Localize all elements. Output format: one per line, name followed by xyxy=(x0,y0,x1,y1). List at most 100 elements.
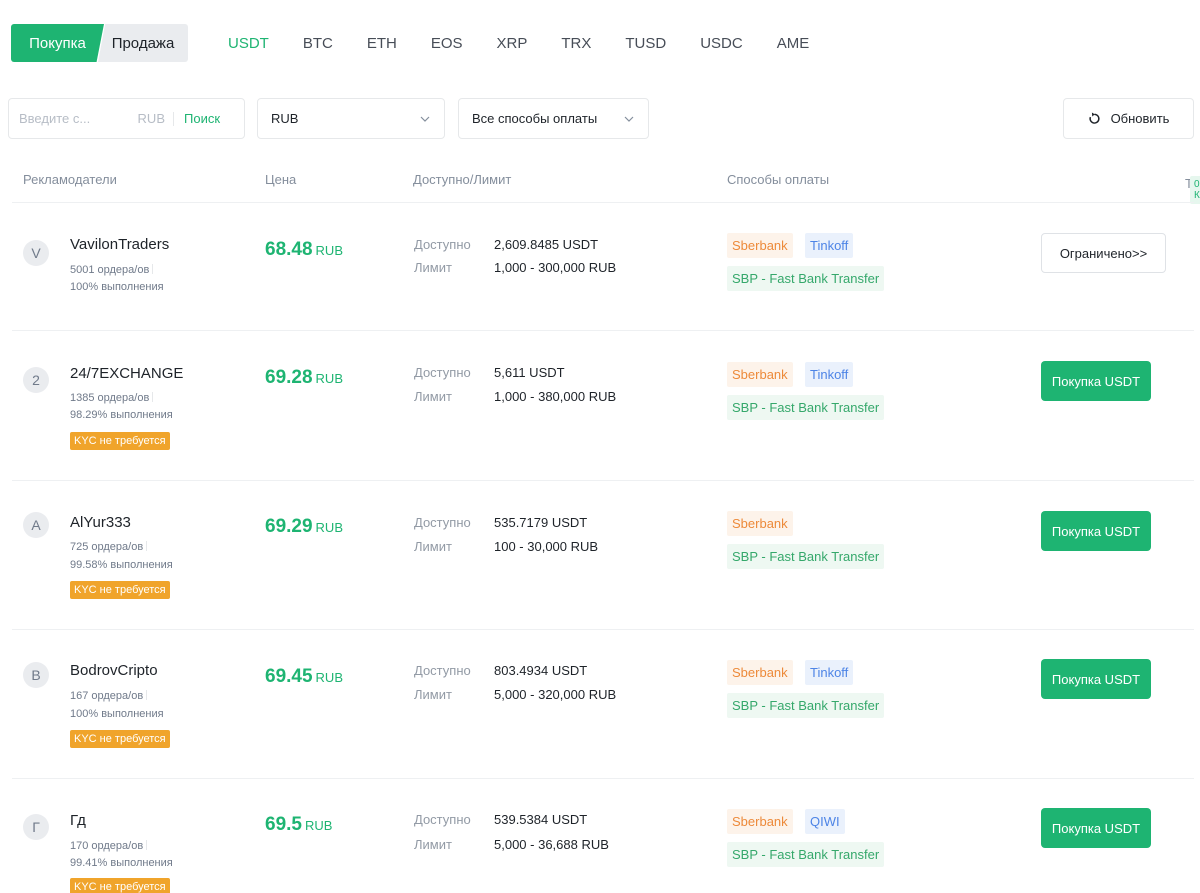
available-label: Доступно xyxy=(414,365,471,380)
limit-label: Лимит xyxy=(414,389,452,404)
price: 69.28 RUB xyxy=(265,367,343,388)
kyc-not-required-badge: KYC не требуется xyxy=(70,432,170,450)
buy-tab[interactable]: Покупка xyxy=(11,24,104,62)
available-value: 535.7179 USDT xyxy=(494,515,588,530)
header-payment-methods: Способы оплаты xyxy=(727,172,830,187)
completion-rate: 98.29% выполнения xyxy=(70,409,173,421)
advertiser-name[interactable]: Гд xyxy=(70,812,86,829)
sell-tab[interactable]: Продажа xyxy=(98,24,188,62)
available-label: Доступно xyxy=(414,663,471,678)
advertiser-name[interactable]: AlYur333 xyxy=(70,514,131,531)
kyc-not-required-badge: KYC не требуется xyxy=(70,730,170,748)
avatar: V xyxy=(23,240,49,266)
table-row: B BodrovCripto 167 ордера/ов 100% выполн… xyxy=(12,629,1194,778)
table-row: Г Гд 170 ордера/ов 99.41% выполнения KYC… xyxy=(12,778,1194,893)
trade-side-toggle: Покупка Продажа xyxy=(11,24,188,62)
avatar: A xyxy=(23,512,49,538)
currency-select[interactable]: RUB xyxy=(257,98,445,139)
payment-sberbank: Sberbank xyxy=(727,809,793,834)
amount-search-input[interactable] xyxy=(19,111,134,126)
avatar: B xyxy=(23,662,49,688)
payment-method-select-value: Все способы оплаты xyxy=(472,111,598,126)
payment-sbp: SBP - Fast Bank Transfer xyxy=(727,395,885,420)
table-row: 2 24/7EXCHANGE 1385 ордера/ов 98.29% вып… xyxy=(12,330,1194,480)
amount-search: RUB Поиск xyxy=(8,98,245,139)
buy-usdt-button[interactable]: Покупка USDT xyxy=(1041,808,1151,848)
payment-sberbank: Sberbank xyxy=(727,233,793,258)
coin-tab-xrp[interactable]: XRP xyxy=(497,35,528,52)
coin-tab-usdc[interactable]: USDC xyxy=(700,35,743,52)
payment-sberbank: Sberbank xyxy=(727,511,793,536)
price: 69.45 RUB xyxy=(265,666,343,687)
limit-label: Лимит xyxy=(414,687,452,702)
filter-bar: RUB Поиск RUB Все способы оплаты Обновит… xyxy=(8,98,1194,139)
price: 69.29 RUB xyxy=(265,516,343,537)
available-value: 539.5384 USDT xyxy=(494,812,588,827)
order-count: 1385 ордера/ов xyxy=(70,392,154,404)
order-count: 170 ордера/ов xyxy=(70,840,148,852)
available-label: Доступно xyxy=(414,515,471,530)
coin-tab-ame[interactable]: AME xyxy=(777,35,810,52)
payment-method-select[interactable]: Все способы оплаты xyxy=(458,98,649,139)
available-value: 2,609.8485 USDT xyxy=(494,237,599,252)
avatar: Г xyxy=(23,814,49,840)
coin-tab-eth[interactable]: ETH xyxy=(367,35,397,52)
advertiser-name[interactable]: 24/7EXCHANGE xyxy=(70,365,183,382)
payment-sbp: SBP - Fast Bank Transfer xyxy=(727,693,885,718)
header-available-limit: Доступно/Лимит xyxy=(413,172,512,187)
limit-value: 1,000 - 380,000 RUB xyxy=(494,389,617,404)
coin-tab-usdt[interactable]: USDT xyxy=(228,35,269,52)
advertiser-name[interactable]: VavilonTraders xyxy=(70,236,169,253)
table-header: Рекламодатели Цена Доступно/Лимит Способ… xyxy=(23,166,1200,204)
table-row: V VavilonTraders 5001 ордера/ов 100% вып… xyxy=(12,202,1194,330)
chevron-down-icon xyxy=(420,116,430,122)
payment-sberbank: Sberbank xyxy=(727,362,793,387)
buy-usdt-button[interactable]: Покупка USDT xyxy=(1041,511,1151,551)
header-price: Цена xyxy=(265,172,297,187)
search-button[interactable]: Поиск xyxy=(184,111,220,126)
payment-tinkoff: Tinkoff xyxy=(805,362,854,387)
coin-tabs: USDT BTC ETH EOS XRP TRX TUSD USDC AME xyxy=(228,35,843,52)
available-value: 803.4934 USDT xyxy=(494,663,588,678)
top-tabs: Покупка Продажа USDT BTC ETH EOS XRP TRX… xyxy=(11,24,843,62)
available-label: Доступно xyxy=(414,812,471,827)
available-label: Доступно xyxy=(414,237,471,252)
zero-fee-badge: 0 Комиссия xyxy=(1190,176,1200,204)
buy-usdt-button[interactable]: Покупка USDT xyxy=(1041,659,1151,699)
limit-value: 100 - 30,000 RUB xyxy=(494,539,599,554)
payment-sbp: SBP - Fast Bank Transfer xyxy=(727,544,885,569)
limit-label: Лимит xyxy=(414,260,452,275)
avatar: 2 xyxy=(23,367,49,393)
completion-rate: 99.41% выполнения xyxy=(70,857,173,869)
table-row: A AlYur333 725 ордера/ов 99.58% выполнен… xyxy=(12,480,1194,629)
limit-label: Лимит xyxy=(414,539,452,554)
coin-tab-tusd[interactable]: TUSD xyxy=(625,35,666,52)
refresh-button[interactable]: Обновить xyxy=(1063,98,1194,139)
limited-button[interactable]: Ограничено>> xyxy=(1041,233,1166,273)
coin-tab-eos[interactable]: EOS xyxy=(431,35,463,52)
payment-tinkoff: Tinkoff xyxy=(805,233,854,258)
price: 68.48 RUB xyxy=(265,239,343,260)
advertiser-name[interactable]: BodrovCripto xyxy=(70,662,158,679)
refresh-icon xyxy=(1088,112,1100,124)
kyc-not-required-badge: KYC не требуется xyxy=(70,878,170,893)
limit-label: Лимит xyxy=(414,837,452,852)
amount-unit: RUB xyxy=(134,111,174,126)
chevron-down-icon xyxy=(624,116,634,122)
payment-sbp: SBP - Fast Bank Transfer xyxy=(727,842,885,867)
coin-tab-btc[interactable]: BTC xyxy=(303,35,333,52)
order-count: 167 ордера/ов xyxy=(70,690,148,702)
kyc-not-required-badge: KYC не требуется xyxy=(70,581,170,599)
limit-value: 1,000 - 300,000 RUB xyxy=(494,260,617,275)
limit-value: 5,000 - 36,688 RUB xyxy=(494,837,609,852)
payment-tinkoff: Tinkoff xyxy=(805,660,854,685)
buy-usdt-button[interactable]: Покупка USDT xyxy=(1041,361,1151,401)
price: 69.5 RUB xyxy=(265,814,333,835)
completion-rate: 100% выполнения xyxy=(70,708,164,720)
coin-tab-trx[interactable]: TRX xyxy=(561,35,591,52)
completion-rate: 99.58% выполнения xyxy=(70,559,173,571)
payment-sberbank: Sberbank xyxy=(727,660,793,685)
order-count: 5001 ордера/ов xyxy=(70,264,154,276)
refresh-label: Обновить xyxy=(1110,111,1170,126)
order-count: 725 ордера/ов xyxy=(70,541,148,553)
